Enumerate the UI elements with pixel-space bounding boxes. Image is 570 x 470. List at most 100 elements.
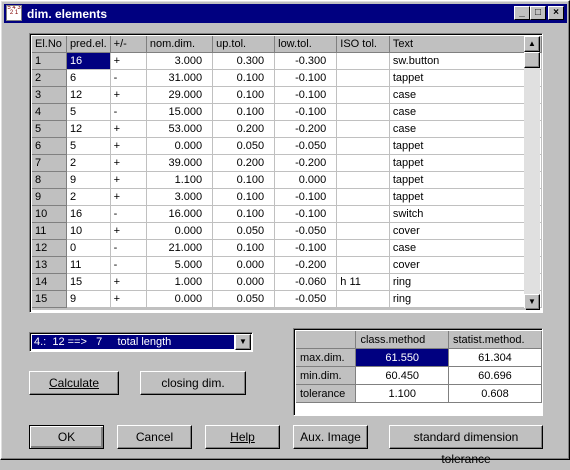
grid-cell[interactable]: -0.100	[274, 188, 338, 206]
grid-cell[interactable]: ring	[389, 273, 542, 291]
close-button[interactable]: ×	[548, 6, 564, 20]
grid-cell[interactable]: 0.050	[212, 137, 276, 155]
grid-cell[interactable]: 2	[66, 154, 111, 172]
grid-cell[interactable]: tappet	[389, 171, 542, 189]
grid-cell[interactable]: 0.200	[212, 154, 276, 172]
grid-cell[interactable]	[336, 52, 390, 70]
grid-cell[interactable]	[336, 290, 390, 308]
grid-cell[interactable]: 0	[66, 239, 111, 257]
grid-cell[interactable]: +	[110, 154, 147, 172]
grid-cell[interactable]: -	[110, 256, 147, 274]
grid-cell[interactable]: 0.100	[212, 239, 276, 257]
table-row[interactable]: 13 11-5.000 0.000 -0.200 cover	[32, 256, 542, 274]
closing-dim-button[interactable]: closing dim.	[140, 371, 246, 395]
grid-cell[interactable]: cover	[389, 256, 542, 274]
grid-cell[interactable]: 2	[66, 188, 111, 206]
column-header[interactable]: ISO tol.	[336, 36, 390, 53]
grid-cell[interactable]: 0.100	[212, 205, 276, 223]
grid-cell[interactable]: 39.000	[146, 154, 214, 172]
grid-cell[interactable]: -0.100	[274, 103, 338, 121]
table-row[interactable]: 11 10 +0.000 0.050 -0.050 cover	[32, 222, 542, 240]
stats-value-statist[interactable]: 0.608	[448, 384, 543, 403]
grid-cell[interactable]: 16	[66, 205, 111, 223]
table-row[interactable]: 6 5 +0.000 0.050 -0.050 tappet	[32, 137, 542, 155]
grid-cell[interactable]	[336, 171, 390, 189]
grid-cell[interactable]: 16.000	[146, 205, 214, 223]
grid-cell[interactable]: +	[110, 273, 147, 291]
column-header[interactable]: low.tol.	[274, 36, 338, 53]
grid-cell[interactable]: +	[110, 222, 147, 240]
grid-cell[interactable]: -0.050	[274, 222, 338, 240]
grid-cell[interactable]: -0.100	[274, 239, 338, 257]
grid-cell[interactable]: -0.050	[274, 290, 338, 308]
calculate-button[interactable]: Calculate	[29, 371, 119, 395]
chain-select[interactable]: 4.: 12 ==> 7 total length ▼	[29, 332, 253, 352]
grid-cell[interactable]: 3.000	[146, 188, 214, 206]
grid-cell[interactable]: 12	[66, 120, 111, 138]
table-row[interactable]: 8 9 +1.100 0.100 0.000 tappet	[32, 171, 542, 189]
grid-cell[interactable]: +	[110, 86, 147, 104]
title-bar[interactable]: 5 4 3 2 1 dim. elements _ □ ×	[4, 4, 567, 23]
grid-cell[interactable]: 5	[66, 137, 111, 155]
stats-value-class[interactable]: 60.450	[355, 366, 449, 385]
grid-cell[interactable]: 9	[66, 290, 111, 308]
aux-image-button[interactable]: Aux. Image	[293, 425, 368, 449]
grid-cell[interactable]: 0.000	[146, 290, 214, 308]
grid-cell[interactable]: tappet	[389, 137, 542, 155]
grid-cell[interactable]: 0.050	[212, 222, 276, 240]
grid-cell[interactable]: 12	[66, 86, 111, 104]
grid-cell[interactable]: 9	[66, 171, 111, 189]
grid-cell[interactable]: 0.000	[212, 273, 276, 291]
scroll-up-arrow-icon[interactable]: ▲	[524, 36, 540, 52]
dropdown-arrow-icon[interactable]: ▼	[235, 334, 251, 350]
grid-cell[interactable]	[336, 205, 390, 223]
grid-cell[interactable]: 0.100	[212, 86, 276, 104]
stats-value-statist[interactable]: 60.696	[448, 366, 543, 385]
grid-cell[interactable]: -0.200	[274, 256, 338, 274]
table-row[interactable]: 7 2 +39.000 0.200 -0.200 tappet	[32, 154, 542, 172]
grid-cell[interactable]: 16	[66, 52, 111, 70]
grid-cell[interactable]: 3.000	[146, 52, 214, 70]
grid-cell[interactable]: tappet	[389, 188, 542, 206]
grid-cell[interactable]	[336, 222, 390, 240]
grid-cell[interactable]: +	[110, 52, 147, 70]
grid-cell[interactable]	[336, 103, 390, 121]
grid-cell[interactable]: -0.100	[274, 205, 338, 223]
grid-cell[interactable]	[336, 188, 390, 206]
grid-cell[interactable]	[336, 154, 390, 172]
grid-cell[interactable]: 0.000	[212, 256, 276, 274]
stats-value-class[interactable]: 1.100	[355, 384, 449, 403]
grid-cell[interactable]	[336, 86, 390, 104]
grid-cell[interactable]: 0.000	[146, 137, 214, 155]
table-row[interactable]: 4 5-15.000 0.100 -0.100 case	[32, 103, 542, 121]
grid-cell[interactable]	[336, 137, 390, 155]
grid-cell[interactable]: -0.060	[274, 273, 338, 291]
scroll-thumb[interactable]	[524, 52, 540, 68]
maximize-button[interactable]: □	[530, 6, 546, 20]
grid-cell[interactable]: +	[110, 120, 147, 138]
grid-cell[interactable]: 0.000	[146, 222, 214, 240]
column-header[interactable]: pred.el.	[66, 36, 111, 53]
grid-cell[interactable]: +	[110, 188, 147, 206]
table-row[interactable]: 12 0-21.000 0.100 -0.100 case	[32, 239, 542, 257]
column-header[interactable]: Text	[389, 36, 542, 53]
column-header[interactable]: +/-	[110, 36, 147, 53]
ok-button[interactable]: OK	[29, 425, 104, 449]
table-row[interactable]: 3 12 +29.000 0.100 -0.100 case	[32, 86, 542, 104]
grid-cell[interactable]: switch	[389, 205, 542, 223]
grid-cell[interactable]: 0.000	[274, 171, 338, 189]
grid-cell[interactable]: 10	[66, 222, 111, 240]
horizontal-scrollbar[interactable]	[32, 308, 526, 310]
grid-cell[interactable]: 0.100	[212, 171, 276, 189]
grid-cell[interactable]: tappet	[389, 154, 542, 172]
grid-cell[interactable]: -	[110, 239, 147, 257]
table-row[interactable]: 2 6-31.000 0.100 -0.100 tappet	[32, 69, 542, 87]
table-row[interactable]: 9 2 +3.000 0.100 -0.100 tappet	[32, 188, 542, 206]
grid-cell[interactable]: tappet	[389, 69, 542, 87]
help-button[interactable]: Help	[205, 425, 280, 449]
grid-cell[interactable]: 21.000	[146, 239, 214, 257]
grid-cell[interactable]: 29.000	[146, 86, 214, 104]
grid-cell[interactable]: 0.050	[212, 290, 276, 308]
grid-cell[interactable]: cover	[389, 222, 542, 240]
table-row[interactable]: 15 9 +0.000 0.050 -0.050 ring	[32, 290, 542, 308]
